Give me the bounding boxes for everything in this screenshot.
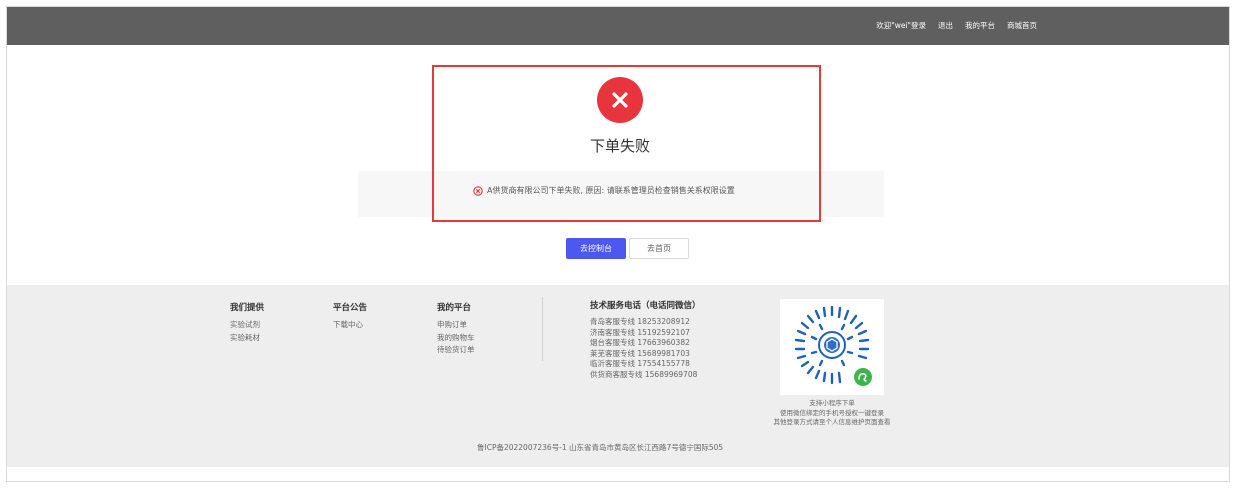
footer-col-platform: 我的平台 申购订单 我的购物车 待验货订单 [437, 301, 475, 357]
service-line: 临沂客服专线 17554155778 [590, 359, 690, 368]
footer-col-provide: 我们提供 实验试剂 实验耗材 [230, 301, 264, 344]
qr-code-icon [794, 305, 872, 386]
highlight-box [432, 65, 821, 222]
footer-link-reagents[interactable]: 实验试剂 [230, 319, 264, 332]
icp-record: 鲁ICP备2022007236号-1 山东省青岛市黄岛区长江西路7号德宁国际50… [477, 443, 724, 452]
service-phones: 技术服务电话（电话同微信） 青岛客服专线 18253208912 济南客服专线 … [590, 299, 701, 380]
qr-caption-line: 其他登录方式请至个人信息维护页面查看 [773, 418, 891, 426]
footer-link-purchase-orders[interactable]: 申购订单 [437, 319, 475, 332]
top-bar: 欢迎"wei"登录 退出 我的平台 商城首页 [7, 7, 1229, 45]
footer-col-notice: 平台公告 下载中心 [333, 301, 367, 332]
service-title: 技术服务电话（电话同微信） [590, 301, 701, 311]
footer-col-title: 平台公告 [333, 303, 368, 313]
footer-link-pending-inspection[interactable]: 待验货订单 [437, 344, 475, 357]
footer-col-title: 我们提供 [230, 303, 265, 313]
go-console-button[interactable]: 去控制台 [566, 238, 626, 259]
qr-caption: 支持小程序下单 使用微信绑定的手机号授权一键登录 其他登录方式请至个人信息维护页… [757, 399, 907, 428]
qr-caption-line: 使用微信绑定的手机号授权一键登录 [780, 408, 884, 417]
my-platform-link[interactable]: 我的平台 [965, 20, 995, 31]
mall-home-link[interactable]: 商城首页 [1007, 20, 1037, 31]
welcome-text: 欢迎"wei"登录 [876, 21, 926, 30]
footer-link-download[interactable]: 下载中心 [333, 319, 367, 332]
logout-link[interactable]: 退出 [938, 20, 953, 31]
service-line: 莱芜客服专线 15689981703 [590, 348, 690, 358]
footer-link-cart[interactable]: 我的购物车 [437, 332, 475, 345]
top-nav: 欢迎"wei"登录 退出 我的平台 商城首页 [876, 20, 1037, 31]
service-line: 烟台客服专线 17663960382 [590, 338, 690, 347]
go-home-button[interactable]: 去首页 [629, 238, 689, 259]
service-line: 青岛客服专线 18253208912 [590, 317, 690, 326]
mini-program-qr-code [780, 299, 884, 395]
footer-col-title: 我的平台 [437, 303, 472, 313]
footer-link-consumables[interactable]: 实验耗材 [230, 332, 264, 345]
service-line: 济南客服专线 15192592107 [590, 327, 690, 337]
service-line: 供货商客服专线 15689969708 [590, 369, 698, 379]
footer: 我们提供 实验试剂 实验耗材 平台公告 下载中心 我的平台 申购订单 我的购物车… [7, 285, 1229, 467]
footer-divider [542, 297, 543, 361]
page-frame: 欢迎"wei"登录 退出 我的平台 商城首页 下单失败 A供货商有限公司下单失败… [6, 6, 1230, 482]
qr-caption-line: 支持小程序下单 [809, 399, 855, 407]
